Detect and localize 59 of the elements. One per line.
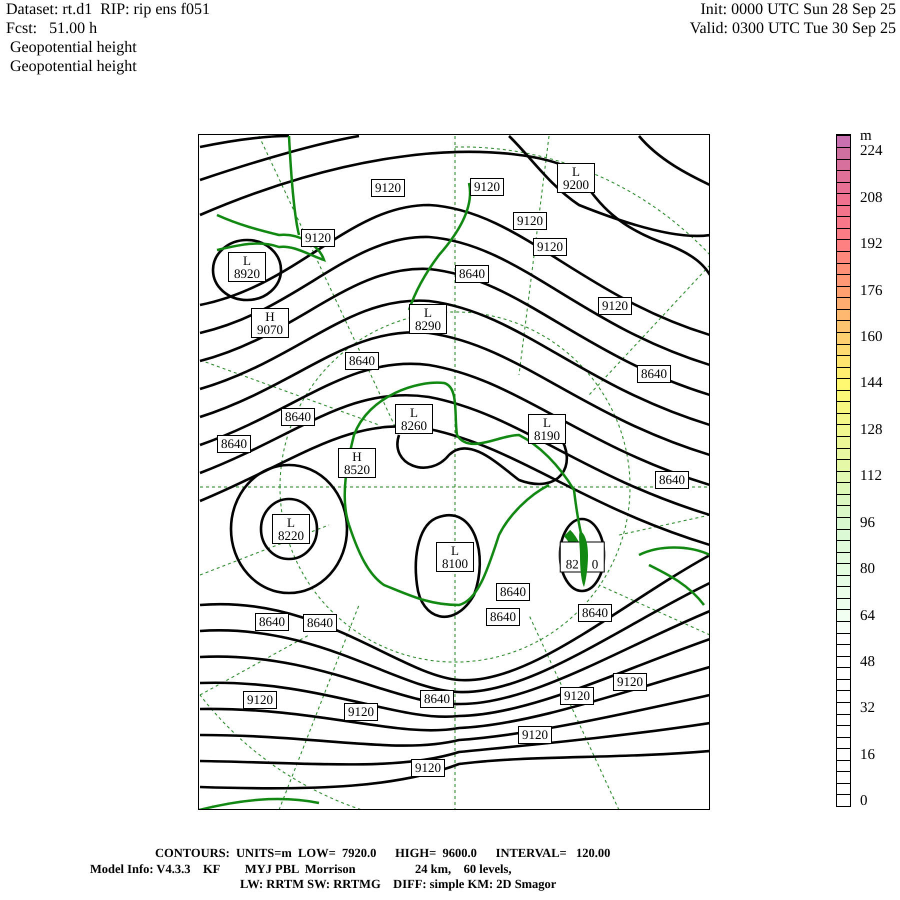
header-time-text: Valid: 0300 UTC Tue 30 Sep 25 <box>690 19 896 38</box>
contour-label: 9120 <box>470 178 504 196</box>
contour-label: 8640 <box>578 604 612 622</box>
scale-label: 32 <box>860 700 875 716</box>
contour-label: 8640 <box>486 608 520 626</box>
contour-label: 9120 <box>513 212 547 230</box>
pressure-center-label: H 8520 <box>338 448 376 478</box>
scale-label: 0 <box>860 793 868 810</box>
contour-label: 8640 <box>217 435 251 453</box>
contour-label: 9120 <box>243 691 277 709</box>
contour-label: 9120 <box>344 703 378 721</box>
scale-label: 48 <box>860 654 875 670</box>
contour-label: 8640 <box>281 408 315 426</box>
unit-label: m <box>860 128 872 144</box>
contour-label: 8640 <box>496 583 530 601</box>
contour-label: 8640 <box>655 471 689 489</box>
pressure-center-label: L 8190 <box>528 414 566 444</box>
contour-label: 8640 <box>303 614 337 632</box>
header-time-text: Init: 0000 UTC Sun 28 Sep 25 <box>699 0 896 19</box>
contour-label: 9120 <box>518 726 552 744</box>
header-info-text: Dataset: rt.d1 RIP: rip ens f051 <box>6 0 210 19</box>
land-mass-icon <box>579 531 588 587</box>
pressure-center-label: H 9070 <box>251 308 289 338</box>
pressure-center-label: L 8220 <box>272 514 310 544</box>
contour-label: 9120 <box>598 297 632 315</box>
scale-label: 144 <box>860 375 882 392</box>
scale-label: 96 <box>860 514 875 531</box>
pressure-center-label: L 8260 <box>395 404 433 434</box>
field-title: Geopotential height <box>9 38 138 57</box>
contour-label: 9120 <box>533 238 567 256</box>
contour-label: 8640 <box>637 365 671 383</box>
scale-label: 112 <box>860 468 882 484</box>
contour-label: 8640 <box>455 265 489 283</box>
header-info-text: Fcst: 51.00 h <box>6 19 98 38</box>
pressure-center-label: L 8100 <box>436 542 474 572</box>
scale-label: 176 <box>860 282 882 299</box>
contour-label: 9120 <box>560 687 594 705</box>
scale-label: 16 <box>860 746 875 763</box>
scale-label: 192 <box>860 236 882 252</box>
contour-label: 9120 <box>371 179 405 197</box>
pressure-center-label: L 8290 <box>409 304 447 334</box>
contour-label: 8640 <box>345 352 379 370</box>
scale-label: 208 <box>860 190 882 206</box>
scale-label: 80 <box>860 561 875 578</box>
scale-label: 224 <box>860 143 882 160</box>
contour-label: 9120 <box>613 673 647 691</box>
scale-label: 160 <box>860 329 882 346</box>
model-info-text: CONTOURS: UNITS=m LOW= 7920.0 HIGH= 9600.0 INTERVAL= 120.00 <box>154 846 612 862</box>
scale-label: 128 <box>860 422 882 438</box>
model-info-text: Model Info: V4.3.3 KF MYJ PBL Morrison 24 km, 60 levels, <box>89 862 513 877</box>
model-info-text: LW: RRTM SW: RRTMG DIFF: simple KM: 2D Smagor <box>239 877 558 892</box>
contour-label: 9120 <box>301 229 335 247</box>
contour-label: 9120 <box>411 759 445 777</box>
contour-label: 8640 <box>255 613 289 631</box>
field-title: Geopotential height <box>9 57 138 76</box>
pressure-center-label: L 9200 <box>557 163 595 193</box>
scale-label: 64 <box>860 608 875 624</box>
pressure-center-label: L 8920 <box>228 252 266 282</box>
contour-label: 8640 <box>420 690 454 708</box>
